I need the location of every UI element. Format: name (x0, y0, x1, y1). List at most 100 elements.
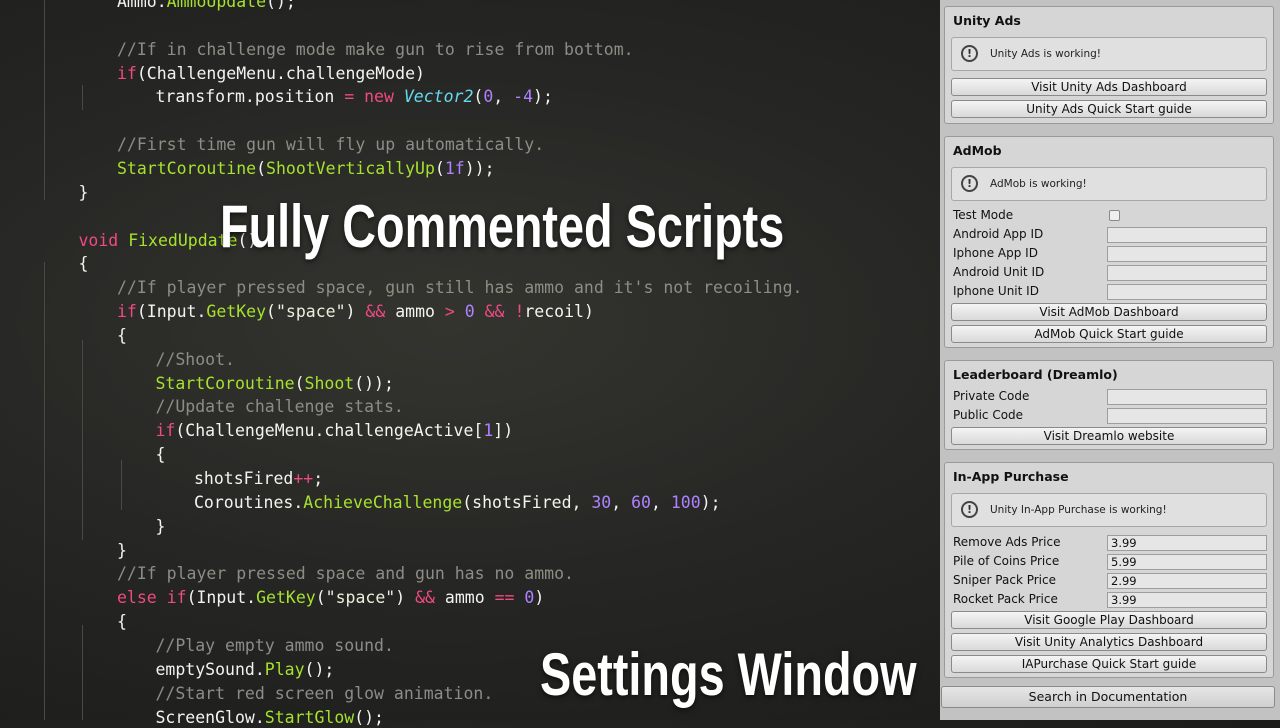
field-label: Public Code (953, 408, 1024, 422)
indent-guide (44, 0, 45, 200)
code-token: && (415, 588, 435, 608)
code-line: } (117, 541, 127, 561)
section-title: Leaderboard (Dreamlo) (953, 367, 1118, 382)
iphone-app-id-input[interactable] (1107, 246, 1267, 262)
code-line: emptySound.Play(); (156, 660, 335, 680)
admob-section: AdMob ! AdMob is working! Test Mode Andr… (944, 136, 1274, 348)
visit-dreamlo-website-button[interactable]: Visit Dreamlo website (951, 427, 1267, 445)
sniper-pack-price-input[interactable]: 2.99 (1107, 573, 1267, 589)
field-label: Rocket Pack Price (953, 592, 1058, 606)
pile-of-coins-price-input[interactable]: 5.99 (1107, 554, 1267, 570)
code-token: ( (434, 158, 445, 178)
field-label: Android App ID (953, 227, 1044, 241)
code-line: //If player pressed space, gun still has… (117, 278, 802, 298)
code-line: if(Input.GetKey("space") && ammo > 0 && … (117, 302, 594, 322)
code-token: ++ (293, 469, 314, 488)
section-title: In-App Purchase (953, 469, 1069, 484)
code-token: 1f (444, 158, 465, 178)
search-documentation-button[interactable]: Search in Documentation (941, 686, 1275, 708)
public-code-input[interactable] (1107, 408, 1267, 424)
unity-ads-guide-button[interactable]: Unity Ads Quick Start guide (951, 100, 1267, 118)
leaderboard-section: Leaderboard (Dreamlo) Private Code Publi… (944, 360, 1274, 450)
code-line: } (156, 517, 166, 537)
code-token: if (117, 302, 137, 322)
code-token: = (344, 87, 355, 107)
code-token: if (117, 63, 137, 83)
code-line: StartCoroutine(ShootVerticallyUp(1f)); (117, 159, 495, 179)
code-token: { (155, 445, 166, 465)
code-token: ammo (385, 302, 445, 322)
visit-admob-dashboard-button[interactable]: Visit AdMob Dashboard (951, 303, 1267, 321)
code-token: , (611, 492, 632, 512)
code-token: //If player pressed space and gun has no… (117, 564, 574, 584)
code-token: (ChallengeMenu.challengeActive[ (175, 421, 484, 441)
code-editor: Ammo.AmmoUpdate(); //If in challenge mode… (0, 0, 940, 727)
field-label: Sniper Pack Price (953, 573, 1056, 587)
remove-ads-price-input[interactable]: 3.99 (1107, 535, 1267, 551)
code-line: shotsFired++; (194, 469, 323, 489)
code-token: Shoot (304, 373, 355, 393)
code-token: //Shoot. (155, 349, 235, 369)
rocket-pack-price-input[interactable]: 3.99 (1107, 592, 1267, 608)
unity-ads-status: ! Unity Ads is working! (951, 37, 1267, 71)
code-token: AchieveChallenge (303, 492, 463, 512)
code-token: , (493, 87, 514, 107)
code-token: void (78, 230, 119, 250)
code-token: new (364, 87, 394, 107)
code-token: Play (264, 659, 305, 679)
code-token: (); (354, 707, 384, 727)
visit-unity-ads-dashboard-button[interactable]: Visit Unity Ads Dashboard (951, 78, 1267, 96)
code-token: ) (345, 302, 366, 322)
code-line: { (156, 445, 166, 465)
code-token: } (78, 182, 89, 202)
code-token: ); (533, 87, 553, 107)
code-token: ) (395, 588, 416, 608)
code-token: ) (534, 588, 545, 608)
code-line: ScreenGlow.StartGlow(); (156, 708, 385, 728)
overlay-title: Fully Commented Scripts (220, 193, 785, 260)
code-line: if(ChallengeMenu.challengeActive[1]) (156, 421, 514, 441)
code-line: Coroutines.AchieveChallenge(shotsFired, … (194, 493, 721, 513)
code-token: 30 (591, 492, 612, 512)
code-token: ShootVerticallyUp (266, 158, 435, 178)
android-unit-id-input[interactable] (1107, 265, 1267, 281)
admob-guide-button[interactable]: AdMob Quick Start guide (951, 325, 1267, 343)
code-token: , (651, 492, 671, 512)
field-label: Pile of Coins Price (953, 554, 1060, 568)
visit-google-play-dashboard-button[interactable]: Visit Google Play Dashboard (951, 611, 1267, 629)
code-line: //If in challenge mode make gun to rise … (117, 40, 634, 60)
code-token: shotsFired (194, 469, 294, 488)
code-token: ! (514, 302, 525, 322)
iap-guide-button[interactable]: IAPurchase Quick Start guide (951, 655, 1267, 673)
visit-unity-analytics-dashboard-button[interactable]: Visit Unity Analytics Dashboard (951, 633, 1267, 651)
code-token: == (494, 588, 515, 608)
field-label: Iphone Unit ID (953, 284, 1039, 298)
code-token: Coroutines. (194, 492, 304, 512)
code-line: //Shoot. (156, 350, 235, 370)
status-text: Unity In-App Purchase is working! (990, 504, 1167, 516)
code-line: { (79, 254, 89, 274)
code-token: AmmoUpdate (166, 0, 267, 11)
android-app-id-input[interactable] (1107, 227, 1267, 243)
info-icon: ! (961, 45, 978, 62)
code-token: (); (266, 0, 296, 11)
indent-guide (82, 340, 83, 540)
code-token: (); (304, 659, 335, 679)
code-token: 0 (524, 588, 535, 608)
iphone-unit-id-input[interactable] (1107, 284, 1267, 300)
code-token: ; (313, 469, 324, 488)
code-token: emptySound. (155, 659, 265, 679)
private-code-input[interactable] (1107, 389, 1267, 405)
code-line: Ammo.AmmoUpdate(); (117, 0, 296, 12)
code-token: ); (700, 492, 721, 512)
code-token: //First time gun will fly up automatical… (117, 135, 545, 155)
field-label: Private Code (953, 389, 1030, 403)
code-line: //First time gun will fly up automatical… (117, 135, 544, 155)
test-mode-checkbox[interactable] (1109, 210, 1120, 221)
indent-guide (82, 85, 83, 110)
